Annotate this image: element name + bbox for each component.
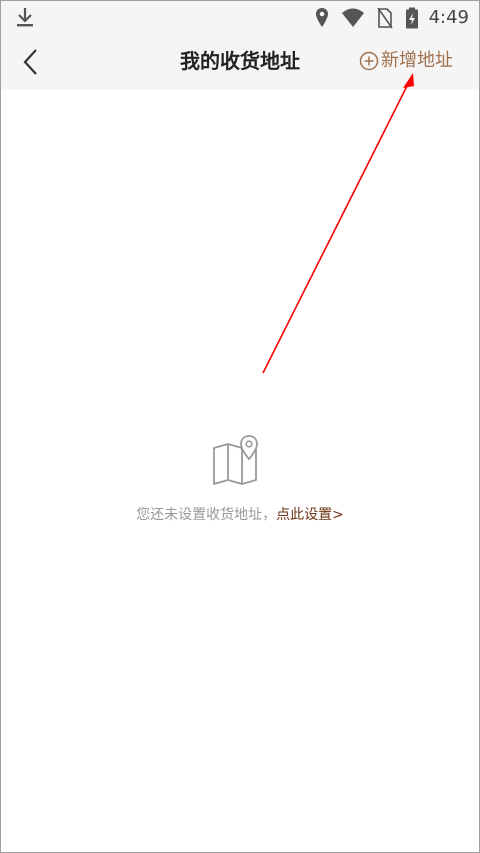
location-icon — [315, 8, 328, 27]
status-bar: 4:49 — [1, 1, 479, 33]
empty-state-message: 您还未设置收货地址，点此设置> — [0, 505, 480, 525]
chevron-left-icon — [23, 49, 37, 75]
wifi-icon — [341, 8, 364, 27]
nav-header: 我的收货地址 新增地址 — [1, 33, 479, 90]
download-icon — [17, 8, 33, 27]
empty-state-text: 您还未设置收货地址， — [136, 507, 277, 523]
add-address-label: 新增地址 — [381, 50, 453, 71]
add-address-button[interactable]: 新增地址 — [359, 47, 453, 75]
screen-frame — [0, 0, 480, 853]
status-icons: 4:49 — [303, 7, 469, 29]
set-address-link[interactable]: 点此设置> — [276, 507, 344, 523]
battery-charging-icon — [405, 7, 418, 29]
no-sim-icon — [376, 7, 393, 29]
back-button[interactable] — [19, 47, 43, 77]
map-pin-icon — [213, 435, 258, 485]
status-time: 4:49 — [428, 7, 469, 28]
plus-circle-icon — [359, 51, 379, 71]
